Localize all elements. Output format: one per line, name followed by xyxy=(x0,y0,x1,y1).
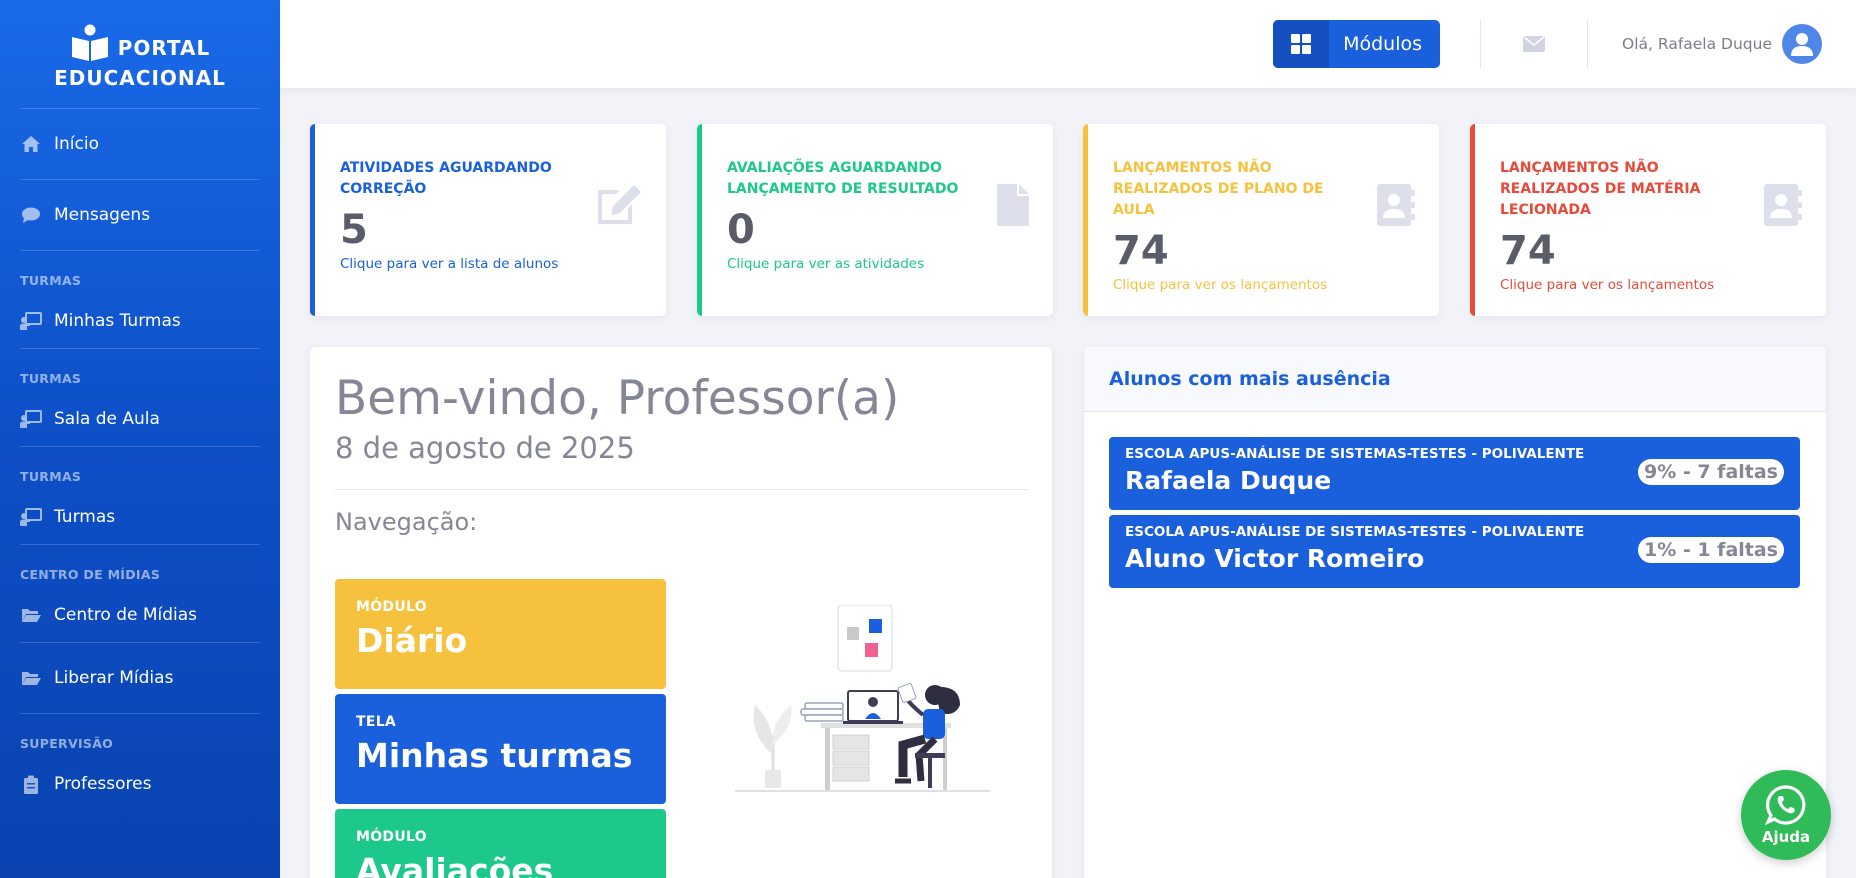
reader-icon xyxy=(71,24,108,61)
absence-card: Alunos com mais ausência ESCOLA APUS-ANÁ… xyxy=(1084,347,1826,878)
tile-kind: MÓDULO xyxy=(356,599,427,615)
chalkboard-teacher-icon xyxy=(20,508,42,526)
sidebar-item-centro-de-midias[interactable]: Centro de Mídias xyxy=(0,588,280,642)
stat-title: LANÇAMENTOS NÃO REALIZADOS DE MATÉRIA LE… xyxy=(1500,160,1701,218)
file-icon xyxy=(997,184,1029,226)
sidebar-heading: TURMAS xyxy=(20,371,82,386)
stat-link[interactable]: Clique para ver os lançamentos xyxy=(1500,277,1806,293)
stat-link[interactable]: Clique para ver os lançamentos xyxy=(1113,277,1419,293)
tile-diario[interactable]: MÓDULO Diário xyxy=(335,579,666,689)
sidebar-item-mensagens[interactable]: Mensagens xyxy=(0,180,280,250)
clipboard-icon xyxy=(20,775,42,794)
tile-kind: TELA xyxy=(356,714,397,730)
sidebar-item-label: Minhas Turmas xyxy=(54,311,181,331)
edit-icon xyxy=(598,185,641,224)
sidebar: PORTAL EDUCACIONAL Início Mensagens TURM… xyxy=(0,0,280,878)
sidebar-item-minhas-turmas[interactable]: Minhas Turmas xyxy=(0,294,280,348)
welcome-divider xyxy=(335,489,1027,490)
chalkboard-teacher-icon xyxy=(20,410,42,428)
stat-link[interactable]: Clique para ver a lista de alunos xyxy=(340,256,646,272)
envelope-icon xyxy=(1523,36,1546,52)
topbar: Módulos Olá, Rafaela Duque xyxy=(280,0,1856,88)
chalkboard-teacher-icon xyxy=(20,312,42,330)
stat-title: ATIVIDADES AGUARDANDO CORREÇÃO xyxy=(340,160,552,197)
tile-name: Avaliações xyxy=(356,851,554,878)
folder-open-icon xyxy=(20,670,42,686)
comments-icon xyxy=(20,206,42,224)
absence-badge: 9% - 7 faltas xyxy=(1637,459,1784,485)
sidebar-item-label: Turmas xyxy=(54,507,116,527)
sidebar-item-sala-de-aula[interactable]: Sala de Aula xyxy=(0,392,280,446)
user-menu[interactable]: Olá, Rafaela Duque xyxy=(1588,24,1822,64)
absence-row[interactable]: ESCOLA APUS-ANÁLISE DE SISTEMAS-TESTES -… xyxy=(1109,437,1800,510)
stat-value: 74 xyxy=(1500,228,1556,274)
modulos-button-label: Módulos xyxy=(1343,33,1423,55)
help-label: Ajuda xyxy=(1761,828,1811,846)
stat-link[interactable]: Clique para ver as atividades xyxy=(727,256,1033,272)
brand-logo[interactable]: PORTAL EDUCACIONAL xyxy=(0,0,280,108)
sidebar-heading: SUPERVISÃO xyxy=(20,736,114,751)
stat-card-materia-lecionada[interactable]: LANÇAMENTOS NÃO REALIZADOS DE MATÉRIA LE… xyxy=(1470,124,1826,316)
welcome-title: Bem-vindo, Professor(a) xyxy=(335,371,900,426)
home-icon xyxy=(20,135,42,153)
absence-badge: 1% - 1 faltas xyxy=(1637,537,1784,563)
th-large-icon xyxy=(1273,20,1330,68)
navigation-label: Navegação: xyxy=(335,508,478,536)
sidebar-item-liberar-midias[interactable]: Liberar Mídias xyxy=(0,643,280,713)
stat-card-plano-de-aula[interactable]: LANÇAMENTOS NÃO REALIZADOS DE PLANO DE A… xyxy=(1083,124,1439,316)
sidebar-heading: TURMAS xyxy=(20,469,82,484)
sidebar-item-turmas[interactable]: Turmas xyxy=(0,490,280,544)
sidebar-heading: TURMAS xyxy=(20,273,82,288)
sidebar-item-label: Centro de Mídias xyxy=(54,605,198,625)
stat-card-atividades[interactable]: ATIVIDADES AGUARDANDO CORREÇÃO 5 Clique … xyxy=(310,124,666,316)
stat-title: LANÇAMENTOS NÃO REALIZADOS DE PLANO DE A… xyxy=(1113,160,1324,218)
sidebar-heading: CENTRO DE MÍDIAS xyxy=(20,567,161,582)
stat-card-avaliacoes[interactable]: AVALIAÇÕES AGUARDANDO LANÇAMENTO DE RESU… xyxy=(697,124,1053,316)
messages-button[interactable] xyxy=(1481,36,1587,52)
brand-name-line1: PORTAL xyxy=(117,36,211,60)
tile-avaliacoes[interactable]: MÓDULO Avaliações xyxy=(335,809,666,878)
absence-card-title: Alunos com mais ausência xyxy=(1084,347,1826,412)
avatar xyxy=(1782,24,1822,64)
modulos-button[interactable]: Módulos xyxy=(1273,20,1441,68)
absence-row[interactable]: ESCOLA APUS-ANÁLISE DE SISTEMAS-TESTES -… xyxy=(1109,515,1800,588)
sidebar-item-label: Sala de Aula xyxy=(54,409,160,429)
address-book-icon xyxy=(1377,184,1415,226)
welcome-date: 8 de agosto de 2025 xyxy=(335,431,635,465)
tile-minhas-turmas[interactable]: TELA Minhas turmas xyxy=(335,694,666,804)
sidebar-item-inicio[interactable]: Início xyxy=(0,109,280,179)
whatsapp-help-button[interactable]: Ajuda xyxy=(1741,770,1831,860)
folder-open-icon xyxy=(20,607,42,623)
sidebar-item-label: Professores xyxy=(54,774,152,794)
sidebar-item-label: Mensagens xyxy=(54,205,151,225)
tile-name: Minhas turmas xyxy=(356,736,633,775)
sidebar-item-label: Liberar Mídias xyxy=(54,668,174,688)
teacher-illustration xyxy=(735,605,990,792)
stat-value: 74 xyxy=(1113,228,1169,274)
sidebar-item-professores[interactable]: Professores xyxy=(0,757,280,811)
address-book-icon xyxy=(1764,184,1802,226)
user-icon xyxy=(1791,33,1813,56)
tile-name: Diário xyxy=(356,621,468,660)
stat-title: AVALIAÇÕES AGUARDANDO LANÇAMENTO DE RESU… xyxy=(727,160,959,197)
brand-name-line2: EDUCACIONAL xyxy=(54,66,226,90)
stat-value: 0 xyxy=(727,207,755,253)
welcome-card: Bem-vindo, Professor(a) 8 de agosto de 2… xyxy=(310,347,1052,878)
user-greeting: Olá, Rafaela Duque xyxy=(1622,35,1772,53)
sidebar-item-label: Início xyxy=(54,134,99,154)
tile-kind: MÓDULO xyxy=(356,829,427,845)
whatsapp-icon xyxy=(1765,785,1806,826)
